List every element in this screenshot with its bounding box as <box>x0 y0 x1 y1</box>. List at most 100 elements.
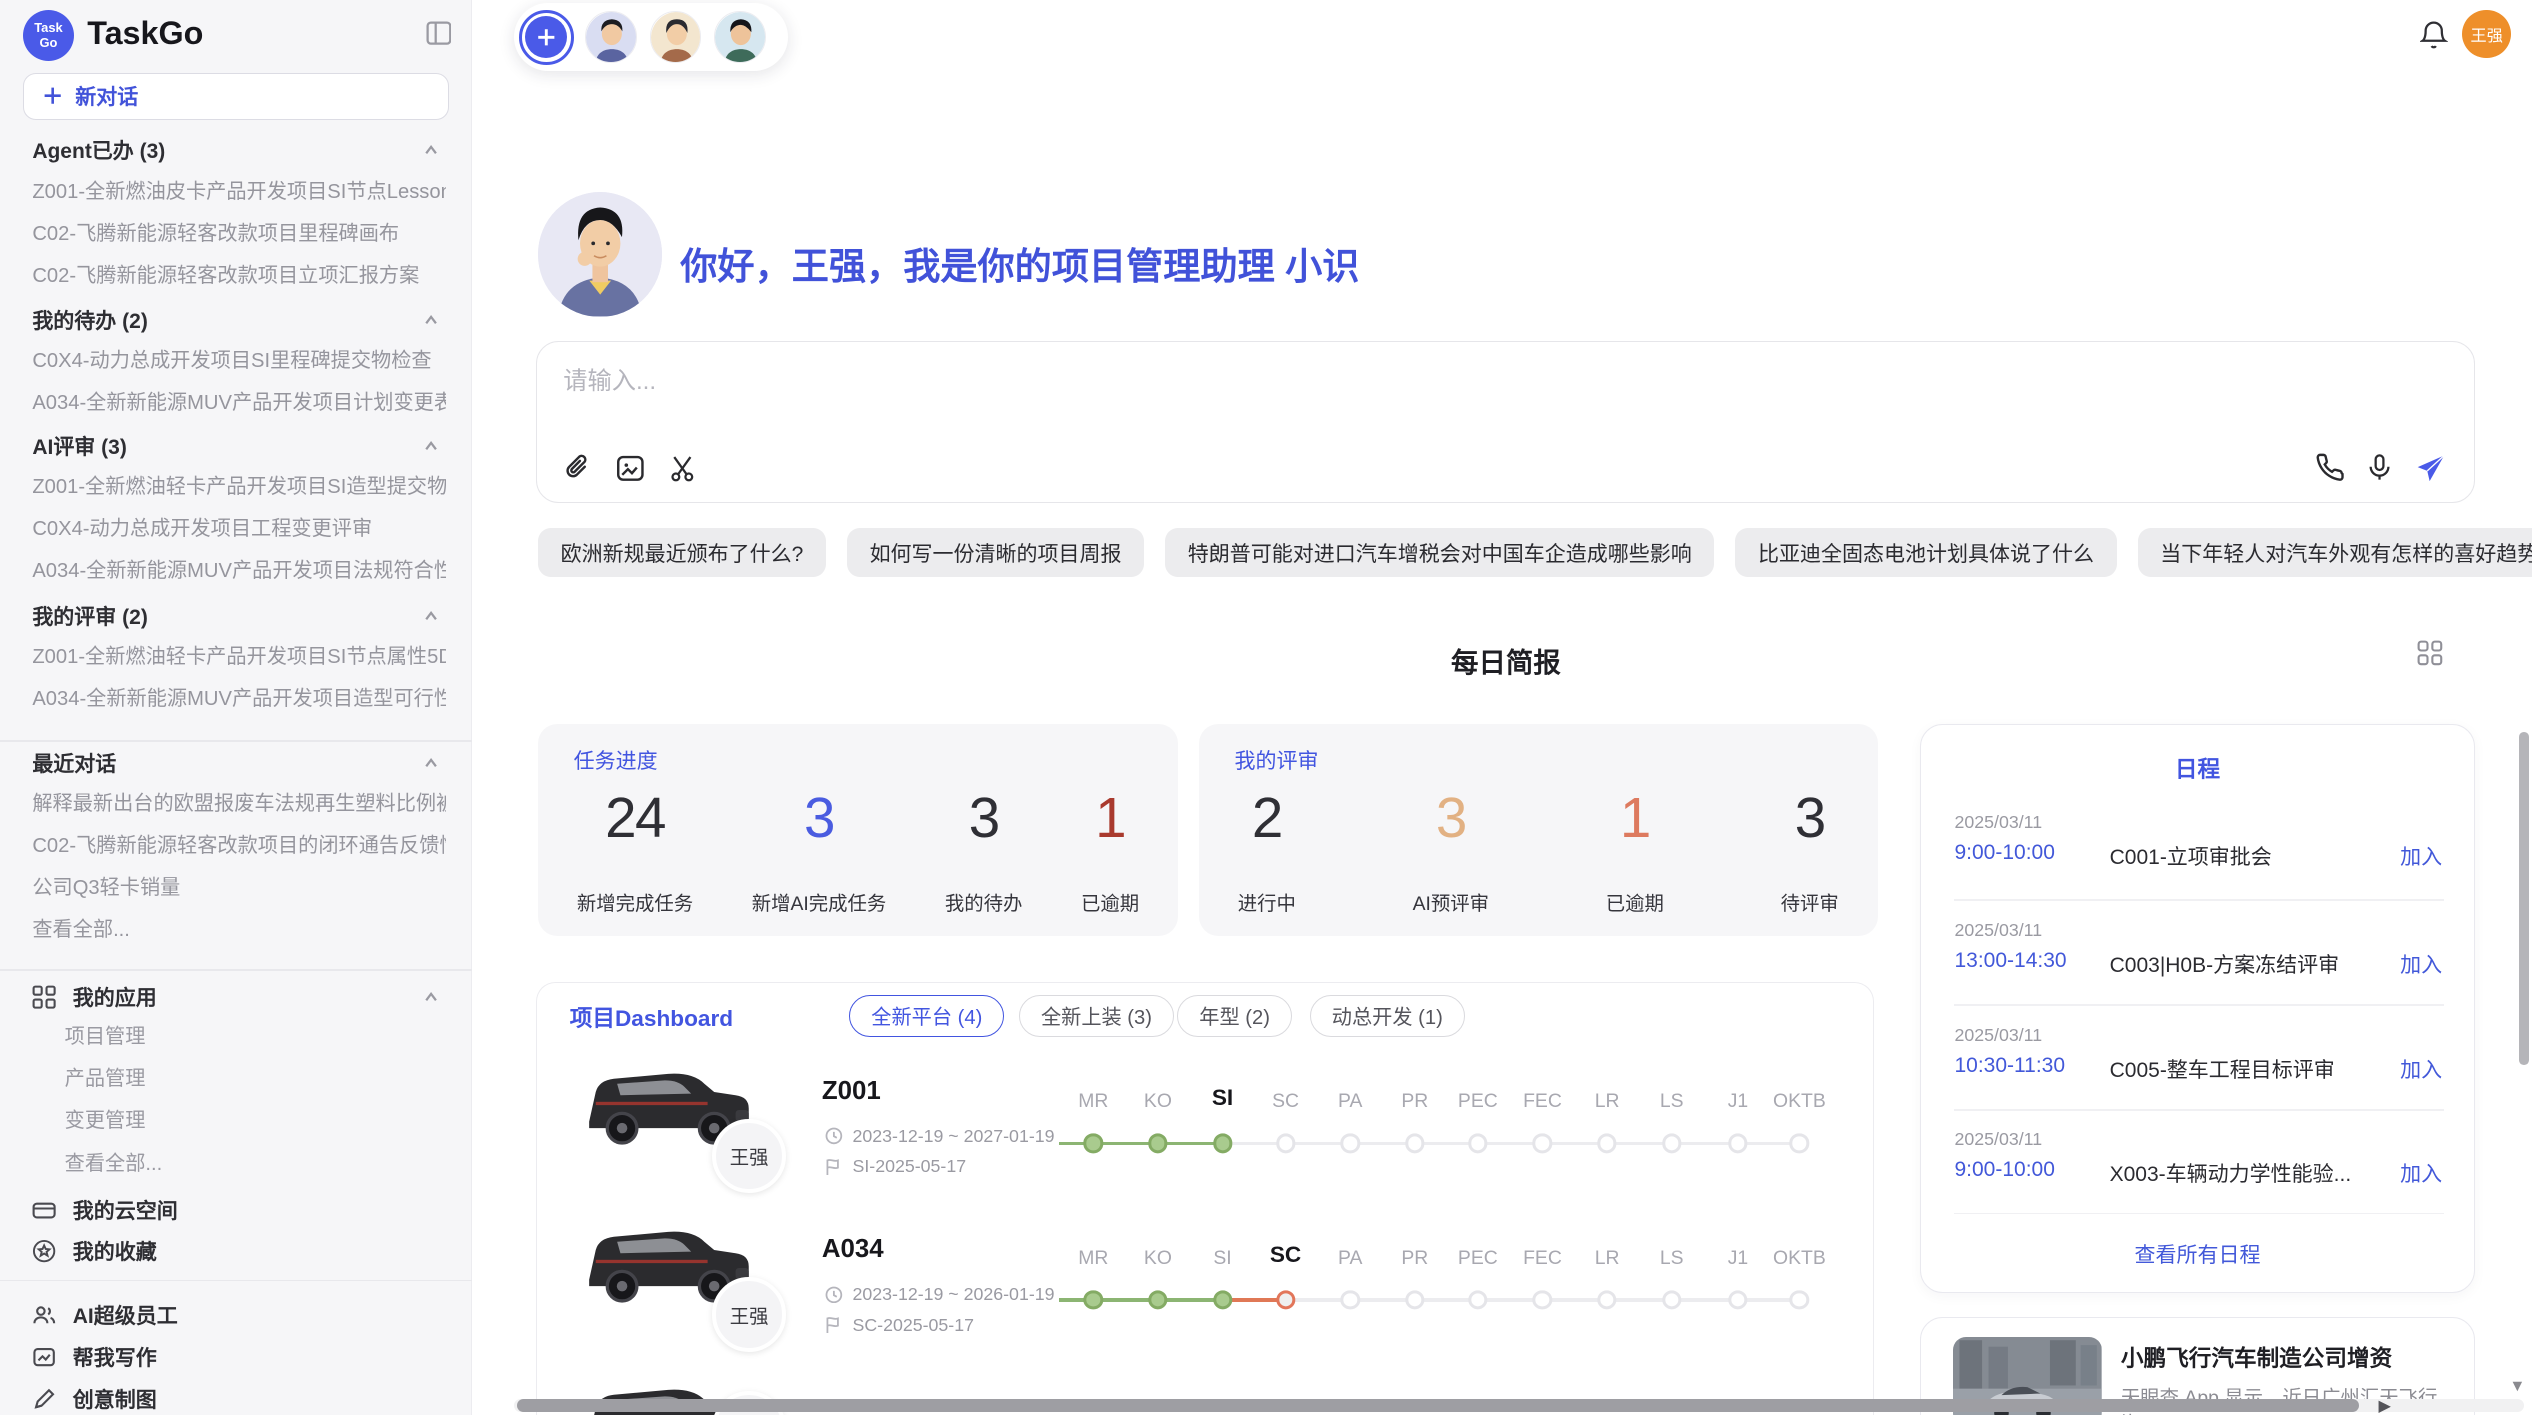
scroll-right-arrow[interactable]: ▶ <box>2378 1396 2390 1415</box>
microphone-icon[interactable] <box>2365 453 2397 485</box>
milestone-dot[interactable] <box>1468 1134 1487 1153</box>
section-agent-done[interactable]: Agent已办 (3) <box>32 136 439 165</box>
project-name[interactable]: A034 <box>822 1235 884 1264</box>
milestone-dot[interactable] <box>1662 1290 1681 1309</box>
list-item[interactable]: C02-飞腾新能源轻客改款项目的闭环通告反馈情况 <box>32 832 446 861</box>
chevron-up-icon[interactable] <box>423 755 439 771</box>
milestone-dot[interactable] <box>1340 1290 1359 1309</box>
chat-input[interactable] <box>563 361 2340 439</box>
add-assistant-button[interactable] <box>519 10 574 65</box>
scroll-down-arrow[interactable]: ▼ <box>2509 1377 2525 1396</box>
suggestion-chip[interactable]: 如何写一份清晰的项目周报 <box>847 528 1144 576</box>
milestone-dot[interactable] <box>1405 1290 1424 1309</box>
chevron-up-icon[interactable] <box>423 438 439 454</box>
join-link[interactable]: 加入 <box>2400 949 2442 979</box>
milestone-dot[interactable] <box>1533 1290 1552 1309</box>
schedule-event[interactable]: C003|H0B-方案冻结评审 <box>2110 949 2340 979</box>
milestone-dot[interactable] <box>1597 1134 1616 1153</box>
layout-grid-icon[interactable] <box>2417 640 2443 673</box>
sidebar-item-creative-drawing[interactable]: 创意制图 <box>32 1383 439 1415</box>
sidebar-item-project-mgmt[interactable]: 项目管理 <box>65 1023 437 1052</box>
list-item[interactable]: Z001-全新燃油皮卡产品开发项目SI节点Lesson Learn报告 <box>32 178 446 207</box>
milestone-dot[interactable] <box>1213 1134 1232 1153</box>
list-item[interactable]: 公司Q3轻卡销量 <box>32 874 446 903</box>
sidebar-item-product-mgmt[interactable]: 产品管理 <box>65 1065 437 1094</box>
list-item[interactable]: A034-全新新能源MUV产品开发项目法规符合性评审 <box>32 557 446 586</box>
new-chat-button[interactable]: 新对话 <box>23 73 450 120</box>
sidebar-item-cloud-space[interactable]: 我的云空间 <box>32 1194 439 1226</box>
milestone-dot[interactable] <box>1728 1134 1747 1153</box>
list-item[interactable]: 解释最新出台的欧盟报废车法规再生塑料比例被调至15%... <box>32 790 446 819</box>
view-all-chats[interactable]: 查看全部... <box>32 916 446 945</box>
list-item[interactable]: C02-飞腾新能源轻客改款项目里程碑画布 <box>32 220 446 249</box>
notifications-bell-icon[interactable] <box>2420 21 2447 57</box>
filter-model-year[interactable]: 年型 (2) <box>1177 995 1292 1037</box>
list-item[interactable]: A034-全新新能源MUV产品开发项目造型可行性评审 <box>32 685 446 714</box>
voice-call-icon[interactable] <box>2316 453 2348 485</box>
milestone-dot[interactable] <box>1148 1134 1167 1153</box>
milestone-dot[interactable] <box>1790 1134 1809 1153</box>
chevron-up-icon[interactable] <box>423 608 439 624</box>
assistant-avatar-3[interactable] <box>714 11 766 63</box>
milestone-dot[interactable] <box>1148 1290 1167 1309</box>
filter-new-platform[interactable]: 全新平台 (4) <box>849 995 1004 1037</box>
milestone-dot-overdue[interactable] <box>1276 1290 1295 1309</box>
filter-powertrain[interactable]: 动总开发 (1) <box>1310 995 1465 1037</box>
schedule-event[interactable]: X003-车辆动力学性能验... <box>2110 1158 2352 1188</box>
list-item[interactable]: C0X4-动力总成开发项目工程变更评审 <box>32 515 446 544</box>
sidebar-item-favorites[interactable]: 我的收藏 <box>32 1234 439 1266</box>
milestone-dot[interactable] <box>1662 1134 1681 1153</box>
section-my-review[interactable]: 我的评审 (2) <box>32 601 439 630</box>
suggestion-chip[interactable]: 比亚迪全固态电池计划具体说了什么 <box>1735 528 2116 576</box>
section-ai-review[interactable]: AI评审 (3) <box>32 431 439 460</box>
milestone-dot[interactable] <box>1213 1290 1232 1309</box>
attachment-icon[interactable] <box>563 453 595 485</box>
list-item[interactable]: Z001-全新燃油轻卡产品开发项目SI节点属性5D文件评审 <box>32 643 446 672</box>
project-name[interactable]: Z001 <box>822 1077 881 1106</box>
sidebar-item-help-me-write[interactable]: 帮我写作 <box>32 1341 439 1373</box>
join-link[interactable]: 加入 <box>2400 1158 2442 1188</box>
horizontal-scrollbar-thumb[interactable] <box>517 1399 2359 1412</box>
list-item[interactable]: A034-全新新能源MUV产品开发项目计划变更表编写 <box>32 389 446 418</box>
send-icon[interactable] <box>2416 453 2448 485</box>
news-title[interactable]: 小鹏飞行汽车制造公司增资 <box>2121 1340 2392 1373</box>
chevron-up-icon[interactable] <box>423 312 439 328</box>
screenshot-scissors-icon[interactable] <box>667 453 699 485</box>
filter-new-body[interactable]: 全新上装 (3) <box>1019 995 1174 1037</box>
section-recent-chats[interactable]: 最近对话 <box>32 748 439 777</box>
schedule-event[interactable]: C001-立项审批会 <box>2110 841 2272 871</box>
section-my-todo[interactable]: 我的待办 (2) <box>32 305 439 334</box>
assistant-avatar-1[interactable] <box>585 11 637 63</box>
user-avatar[interactable]: 王强 <box>2462 10 2510 58</box>
milestone-dot[interactable] <box>1084 1134 1103 1153</box>
view-all-schedule[interactable]: 查看所有日程 <box>1921 1239 2475 1269</box>
milestone-dot[interactable] <box>1533 1134 1552 1153</box>
milestone-dot[interactable] <box>1728 1290 1747 1309</box>
milestone-dot[interactable] <box>1468 1290 1487 1309</box>
sidebar-item-my-apps[interactable]: 我的应用 <box>32 981 439 1013</box>
chevron-up-icon[interactable] <box>423 142 439 158</box>
milestone-dot[interactable] <box>1084 1290 1103 1309</box>
sidebar-item-change-mgmt[interactable]: 变更管理 <box>65 1107 437 1136</box>
milestone-dot[interactable] <box>1597 1290 1616 1309</box>
sidebar-collapse-icon[interactable] <box>426 21 452 52</box>
assistant-avatar-2[interactable] <box>650 11 702 63</box>
sidebar-item-ai-super-staff[interactable]: AI超级员工 <box>32 1299 439 1331</box>
suggestion-chip[interactable]: 特朗普可能对进口汽车增税会对中国车企造成哪些影响 <box>1165 528 1714 576</box>
image-upload-icon[interactable] <box>615 453 647 485</box>
vertical-scrollbar-thumb[interactable] <box>2519 732 2529 1065</box>
suggestion-chip[interactable]: 当下年轻人对汽车外观有怎样的喜好趋势 <box>2138 528 2532 576</box>
milestone-dot[interactable] <box>1790 1290 1809 1309</box>
list-item[interactable]: Z001-全新燃油轻卡产品开发项目SI造型提交物评审 <box>32 473 446 502</box>
list-item[interactable]: C02-飞腾新能源轻客改款项目立项汇报方案 <box>32 262 446 291</box>
milestone-dot[interactable] <box>1340 1134 1359 1153</box>
schedule-event[interactable]: C005-整车工程目标评审 <box>2110 1054 2335 1084</box>
milestone-dot[interactable] <box>1276 1134 1295 1153</box>
chevron-up-icon[interactable] <box>423 989 439 1005</box>
join-link[interactable]: 加入 <box>2400 841 2442 871</box>
join-link[interactable]: 加入 <box>2400 1054 2442 1084</box>
view-all-apps[interactable]: 查看全部... <box>65 1150 437 1179</box>
suggestion-chip[interactable]: 欧洲新规最近颁布了什么? <box>538 528 826 576</box>
milestone-dot[interactable] <box>1405 1134 1424 1153</box>
list-item[interactable]: C0X4-动力总成开发项目SI里程碑提交物检查 <box>32 347 446 376</box>
